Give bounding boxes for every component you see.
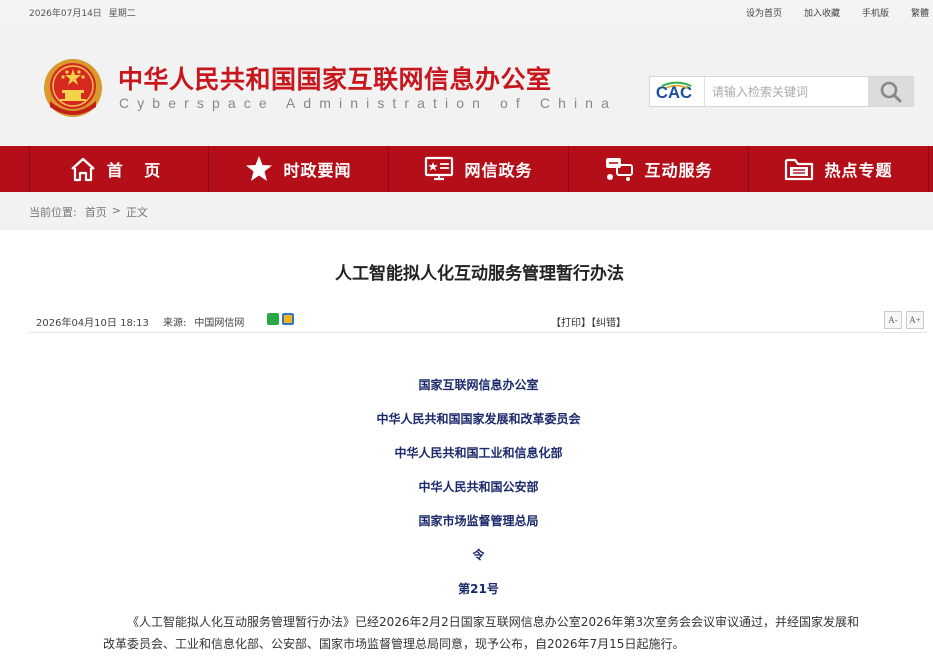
nav-item-news[interactable]: 时政要闻 <box>209 146 389 192</box>
folder-icon <box>785 158 814 181</box>
breadcrumb-current: 正文 <box>125 206 148 219</box>
search-icon <box>880 81 901 102</box>
nav-label: 互动服务 <box>644 161 713 180</box>
nav-label: 网信政务 <box>464 161 533 180</box>
breadcrumb-prefix: 当前位置: <box>29 206 77 219</box>
order-number: 第21号 <box>458 582 499 596</box>
nav-item-special-topics[interactable]: 热点专题 <box>749 146 929 192</box>
nav-label: 首 页 <box>106 161 169 180</box>
set-homepage-link[interactable]: 设为首页 <box>746 6 782 19</box>
search-input[interactable] <box>706 77 869 106</box>
add-favorite-link[interactable]: 加入收藏 <box>804 6 840 19</box>
monitor-icon <box>425 156 454 181</box>
breadcrumb: 当前位置: 首页 > 正文 <box>0 192 933 230</box>
utility-links: 设为首页 加入收藏 手机版 繁體 <box>724 6 929 19</box>
cac-logo-icon: CAC <box>656 77 705 106</box>
mobile-version-link[interactable]: 手机版 <box>862 6 889 19</box>
home-icon <box>70 157 95 182</box>
issuer-line: 国家互联网信息办公室 <box>418 378 539 392</box>
article-source: 来源: 中国网信网 <box>163 314 244 329</box>
article-body: 《人工智能拟人化互动服务管理暂行办法》已经2026年2月2日国家互联网信息办公室… <box>103 611 863 655</box>
breadcrumb-home-link[interactable]: 首页 <box>85 204 107 220</box>
current-date: 2026年07月14日 星期二 <box>29 6 136 19</box>
issuer-line: 国家市场监督管理总局 <box>418 514 539 528</box>
search-box: CAC <box>649 76 914 107</box>
national-emblem-icon[interactable] <box>44 57 102 119</box>
site-header: 中华人民共和国国家互联网信息办公室 Cyberspace Administrat… <box>0 24 933 146</box>
site-subtitle: Cyberspace Administration of China <box>119 95 617 111</box>
issuer-line: 中华人民共和国国家发展和改革委员会 <box>376 412 581 426</box>
print-link[interactable]: 【打印】 <box>551 318 591 329</box>
nav-label: 热点专题 <box>824 161 893 180</box>
source-label: 来源: <box>163 318 187 329</box>
top-utility-bar: 2026年07月14日 星期二 设为首页 加入收藏 手机版 繁體 <box>0 0 933 24</box>
nav-label: 时政要闻 <box>283 161 352 180</box>
nav-item-interactive-services[interactable]: 互动服务 <box>569 146 749 192</box>
source-name: 中国网信网 <box>194 318 245 329</box>
star-icon <box>246 156 273 181</box>
nav-item-government-affairs[interactable]: 网信政务 <box>389 146 569 192</box>
nav-item-home[interactable]: 首 页 <box>29 146 209 192</box>
article-date: 2026年04月10日 18:13 <box>36 318 149 329</box>
wechat-share-icon[interactable] <box>267 313 279 325</box>
main-nav: 首 页 时政要闻 网信政务 互动服务 热点专题 <box>0 146 933 192</box>
article-tools: 【打印】【纠错】 <box>551 314 626 329</box>
issuer-line: 中华人民共和国公安部 <box>418 480 539 494</box>
traditional-chinese-link[interactable]: 繁體 <box>911 6 929 19</box>
qzone-share-icon[interactable] <box>282 313 294 325</box>
font-smaller-button[interactable]: A- <box>884 311 902 329</box>
report-error-link[interactable]: 【纠错】 <box>591 318 626 329</box>
site-title: 中华人民共和国国家互联网信息办公室 <box>118 65 552 94</box>
date-text: 2026年07月14日 <box>29 9 102 19</box>
interact-icon <box>606 158 634 181</box>
font-size-controls: A- A+ <box>880 311 924 329</box>
article-title: 人工智能拟人化互动服务管理暂行办法 <box>335 264 624 284</box>
search-button[interactable] <box>868 77 913 106</box>
font-larger-button[interactable]: A+ <box>906 311 924 329</box>
weekday-text: 星期二 <box>108 9 136 19</box>
article-paragraph: 《人工智能拟人化互动服务管理暂行办法》已经2026年2月2日国家互联网信息办公室… <box>103 615 859 651</box>
issuer-line: 中华人民共和国工业和信息化部 <box>394 446 563 460</box>
order-label: 令 <box>472 548 485 562</box>
breadcrumb-separator: > <box>111 204 121 217</box>
share-buttons <box>267 313 297 325</box>
issuing-authorities: 国家互联网信息办公室 中华人民共和国国家发展和改革委员会 中华人民共和国工业和信… <box>0 377 933 615</box>
article-meta-bar: 2026年04月10日 18:13 来源: 中国网信网 【打印】【纠错】 A- A… <box>29 309 927 333</box>
